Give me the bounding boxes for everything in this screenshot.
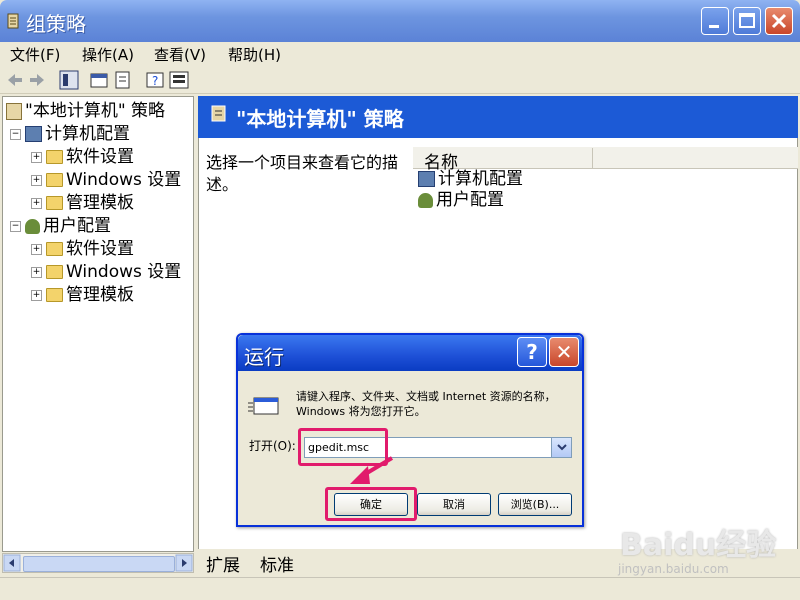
- folder-icon: [46, 196, 63, 210]
- browse-button[interactable]: 浏览(B)...: [498, 493, 572, 516]
- list-header: [413, 147, 798, 169]
- scroll-left-icon[interactable]: [3, 554, 21, 572]
- tree-label: Windows 设置: [66, 262, 182, 282]
- run-program-icon: [248, 397, 279, 415]
- expand-icon[interactable]: +: [31, 151, 42, 163]
- expand-icon[interactable]: +: [31, 243, 42, 255]
- tree-item-computer-config[interactable]: − 计算机配置: [10, 123, 130, 145]
- tree-item-software-settings[interactable]: + 软件设置: [31, 238, 134, 260]
- expand-icon[interactable]: +: [31, 266, 42, 278]
- tab-extended[interactable]: 扩展: [206, 551, 240, 576]
- export-list-icon[interactable]: [112, 69, 134, 91]
- user-icon: [418, 192, 433, 208]
- menu-view[interactable]: 查看(V): [154, 44, 206, 65]
- console-tree: "本地计算机" 策略 − 计算机配置 + 软件设置 + Windows 设置 + 管理模…: [2, 96, 194, 552]
- tree-label: 计算机配置: [45, 124, 130, 144]
- folder-icon: [46, 150, 63, 164]
- forward-arrow-icon[interactable]: [26, 69, 48, 91]
- watermark-url: jingyan.baidu.com: [618, 562, 729, 576]
- list-item-user-config[interactable]: 用户配置: [418, 189, 504, 211]
- expand-icon[interactable]: +: [31, 174, 42, 186]
- properties-icon[interactable]: [88, 69, 110, 91]
- window-title: 组策略: [26, 12, 86, 36]
- policy-scroll-icon: [6, 102, 22, 120]
- description-text: 选择一个项目来查看它的描述。: [206, 153, 399, 194]
- tree-label: 软件设置: [66, 239, 134, 259]
- computer-icon: [25, 126, 42, 142]
- cancel-button[interactable]: 取消: [417, 493, 491, 516]
- tree-label: 软件设置: [66, 147, 134, 167]
- minimize-button[interactable]: [701, 7, 729, 35]
- scroll-thumb[interactable]: [23, 556, 175, 572]
- list-item-computer-config[interactable]: 计算机配置: [418, 168, 523, 190]
- tree-item-software-settings[interactable]: + 软件设置: [31, 146, 134, 168]
- folder-icon: [46, 173, 63, 187]
- horizontal-scrollbar[interactable]: [2, 553, 194, 573]
- open-label: 打开(O):: [249, 439, 296, 453]
- tree-label: 用户配置: [43, 216, 111, 236]
- close-button[interactable]: [765, 7, 793, 35]
- dialog-close-button[interactable]: ✕: [549, 337, 579, 367]
- list-item-label: 用户配置: [436, 190, 504, 210]
- title-bar: [0, 0, 800, 42]
- tree-item-root[interactable]: "本地计算机" 策略: [6, 100, 165, 122]
- help-icon[interactable]: ?: [144, 69, 166, 91]
- tree-label: 管理模板: [66, 285, 134, 305]
- dialog-help-button[interactable]: ?: [517, 337, 547, 367]
- pointer-arrow-icon: [350, 456, 394, 484]
- group-policy-icon: [7, 13, 19, 29]
- show-hide-tree-icon[interactable]: [58, 69, 80, 91]
- tree-item-user-config[interactable]: − 用户配置: [10, 215, 111, 237]
- menu-bar: 文件(F) 操作(A) 查看(V) 帮助(H): [0, 42, 800, 66]
- status-bar: [0, 577, 800, 600]
- tree-label: 管理模板: [66, 193, 134, 213]
- run-dialog-message: 请键入程序、文件夹、文档或 Internet 资源的名称，Windows 将为您…: [296, 390, 556, 418]
- show-hide-action-pane-icon[interactable]: [168, 69, 190, 91]
- collapse-icon[interactable]: −: [10, 220, 21, 232]
- tree-label: Windows 设置: [66, 170, 182, 190]
- list-item-label: 计算机配置: [438, 169, 523, 189]
- expand-icon[interactable]: +: [31, 197, 42, 209]
- menu-action[interactable]: 操作(A): [82, 44, 134, 65]
- chevron-down-icon: [557, 444, 567, 451]
- scroll-right-icon[interactable]: [175, 554, 193, 572]
- collapse-icon[interactable]: −: [10, 128, 21, 140]
- menu-help[interactable]: 帮助(H): [228, 44, 281, 65]
- expand-icon[interactable]: +: [31, 289, 42, 301]
- details-header-title: "本地计算机" 策略: [236, 107, 404, 131]
- watermark-logo: Baidu经验: [620, 528, 777, 563]
- svg-text:?: ?: [152, 74, 158, 88]
- back-arrow-icon[interactable]: [4, 69, 26, 91]
- folder-icon: [46, 265, 63, 279]
- toolbar: ?: [0, 66, 800, 94]
- maximize-icon: [739, 13, 755, 28]
- tree-item-admin-templates[interactable]: + 管理模板: [31, 192, 134, 214]
- history-dropdown-button[interactable]: [551, 438, 571, 457]
- tree-item-admin-templates[interactable]: + 管理模板: [31, 284, 134, 306]
- tree-label: "本地计算机" 策略: [25, 101, 166, 121]
- computer-icon: [418, 171, 435, 187]
- tab-standard[interactable]: 标准: [260, 551, 294, 576]
- close-icon: [771, 13, 787, 29]
- user-icon: [25, 218, 40, 234]
- policy-scroll-icon: [211, 105, 226, 122]
- column-divider: [592, 148, 593, 168]
- maximize-button[interactable]: [733, 7, 761, 35]
- minimize-icon: [709, 25, 719, 28]
- tree-item-windows-settings[interactable]: + Windows 设置: [31, 169, 181, 191]
- menu-file[interactable]: 文件(F): [10, 44, 60, 65]
- tree-item-windows-settings[interactable]: + Windows 设置: [31, 261, 181, 283]
- folder-icon: [46, 288, 63, 302]
- folder-icon: [46, 242, 63, 256]
- run-dialog-title: 运行: [244, 345, 284, 369]
